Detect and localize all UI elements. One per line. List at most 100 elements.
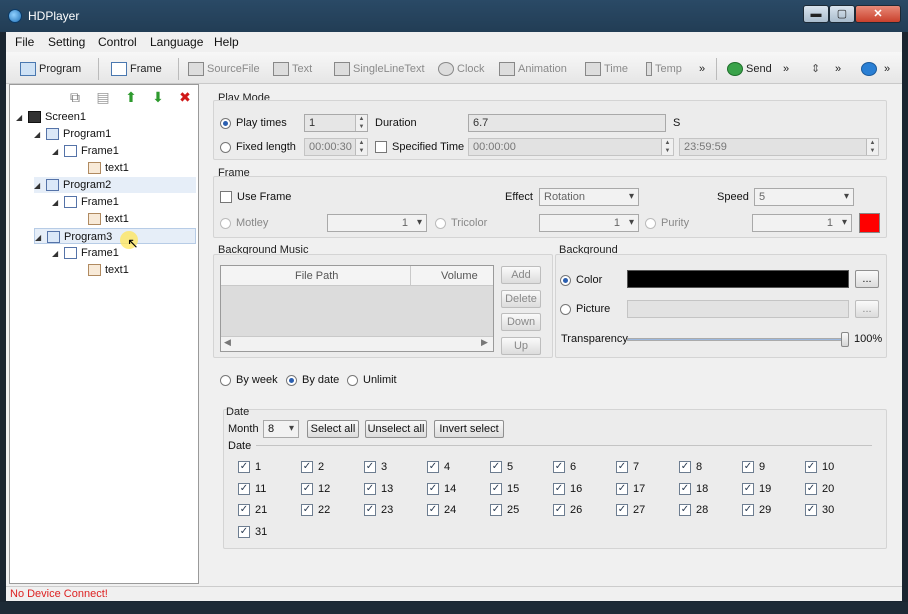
day-checkbox[interactable]: ✓ 28 <box>679 503 708 517</box>
menu-file[interactable]: File <box>15 35 34 49</box>
day-checkbox[interactable]: ✓ 15 <box>490 482 519 496</box>
bg-picture-path-field[interactable] <box>627 300 849 318</box>
text-button[interactable]: Text <box>273 58 312 80</box>
expand-icon[interactable]: ◢ <box>34 127 42 143</box>
by-date-radio[interactable]: By date <box>286 372 339 388</box>
end-time-field[interactable]: 23:59:59 ▲ ▼ <box>679 138 879 156</box>
move-down-icon[interactable]: ⬇ <box>151 90 165 104</box>
expand-icon[interactable]: ◢ <box>52 195 60 211</box>
purity-radio[interactable]: Purity <box>645 215 689 231</box>
effect-dropdown[interactable]: Rotation <box>539 188 639 206</box>
copy-icon[interactable]: ⧉ <box>68 90 82 104</box>
menu-help[interactable]: Help <box>214 35 239 49</box>
spin-arrows-icon[interactable]: ▲ ▼ <box>866 139 878 155</box>
delete-button[interactable]: Delete <box>501 290 541 308</box>
day-checkbox[interactable]: ✓ 10 <box>805 460 834 474</box>
day-checkbox[interactable]: ✓ 26 <box>553 503 582 517</box>
day-checkbox[interactable]: ✓ 30 <box>805 503 834 517</box>
unselect-all-button[interactable]: Unselect all <box>365 420 427 438</box>
scroll-left-icon[interactable]: ◀ <box>224 337 231 348</box>
minimize-button[interactable]: ▬ <box>803 5 829 23</box>
purity-dropdown[interactable]: 1 <box>752 214 852 232</box>
day-checkbox[interactable]: ✓ 24 <box>427 503 456 517</box>
day-checkbox[interactable]: ✓ 29 <box>742 503 771 517</box>
day-checkbox[interactable]: ✓ 13 <box>364 482 393 496</box>
clock-button[interactable]: Clock <box>438 58 485 80</box>
menu-language[interactable]: Language <box>150 35 203 49</box>
day-checkbox[interactable]: ✓ 25 <box>490 503 519 517</box>
down-button[interactable]: Down <box>501 313 541 331</box>
month-dropdown[interactable]: 8 <box>263 420 299 438</box>
fixed-length-radio[interactable]: Fixed length <box>220 139 296 155</box>
expand-icon[interactable]: ◢ <box>35 230 43 246</box>
singlelinetext-button[interactable]: SingleLineText <box>334 58 425 80</box>
expand-icon[interactable]: ◢ <box>34 178 42 194</box>
tree-node-screen[interactable]: ◢ Screen1 <box>16 109 86 125</box>
day-checkbox[interactable]: ✓ 21 <box>238 503 267 517</box>
play-button[interactable] <box>861 58 880 80</box>
transparency-slider-track[interactable] <box>627 338 848 341</box>
bg-color-browse-button[interactable]: ... <box>855 270 879 288</box>
day-checkbox[interactable]: ✓ 12 <box>301 482 330 496</box>
more-button-3[interactable]: » <box>835 58 841 80</box>
menu-setting[interactable]: Setting <box>48 35 85 49</box>
temp-button[interactable]: Temp <box>646 58 682 80</box>
motley-radio[interactable]: Motley <box>220 215 268 231</box>
tricolor-radio[interactable]: Tricolor <box>435 215 487 231</box>
paste-icon[interactable]: ▤ <box>96 90 110 104</box>
bg-picture-browse-button[interactable]: ... <box>855 300 879 318</box>
bg-color-radio[interactable]: Color <box>560 272 602 288</box>
move-up-icon[interactable]: ⬆ <box>124 90 138 104</box>
day-checkbox[interactable]: ✓ 20 <box>805 482 834 496</box>
day-checkbox[interactable]: ✓ 1 <box>238 460 261 474</box>
animation-button[interactable]: Animation <box>499 58 567 80</box>
maximize-button[interactable]: ▢ <box>829 5 855 23</box>
day-checkbox[interactable]: ✓ 19 <box>742 482 771 496</box>
tree-node-frame[interactable]: ◢ Frame1 <box>52 143 119 159</box>
day-checkbox[interactable]: ✓ 3 <box>364 460 387 474</box>
scroll-right-icon[interactable]: ▶ <box>481 337 488 348</box>
invert-select-button[interactable]: Invert select <box>434 420 504 438</box>
file-path-column[interactable]: File Path <box>295 268 338 284</box>
day-checkbox[interactable]: ✓ 7 <box>616 460 639 474</box>
transparency-slider-handle[interactable] <box>841 332 849 347</box>
frame-color-swatch[interactable] <box>859 213 880 233</box>
more-button[interactable]: » <box>699 58 705 80</box>
by-week-radio[interactable]: By week <box>220 372 278 388</box>
day-checkbox[interactable]: ✓ 9 <box>742 460 765 474</box>
day-checkbox[interactable]: ✓ 2 <box>301 460 324 474</box>
volume-column[interactable]: Volume <box>441 268 478 284</box>
day-checkbox[interactable]: ✓ 18 <box>679 482 708 496</box>
delete-icon[interactable]: ✖ <box>178 90 192 104</box>
tree-node-frame[interactable]: ◢ Frame1 <box>52 245 119 261</box>
start-time-field[interactable]: 00:00:00 ▲ ▼ <box>468 138 674 156</box>
day-checkbox[interactable]: ✓ 31 <box>238 525 267 539</box>
tree-node-program[interactable]: ◢ Program2 <box>34 177 196 193</box>
close-button[interactable]: ✕ <box>855 5 901 23</box>
spin-arrows-icon[interactable]: ▲ ▼ <box>661 139 673 155</box>
tree-node-text[interactable]: text1 <box>88 211 129 227</box>
tree-node-program[interactable]: ◢ Program1 <box>34 126 111 142</box>
day-checkbox[interactable]: ✓ 27 <box>616 503 645 517</box>
play-times-spinbox[interactable]: 1 ▲ ▼ <box>304 114 368 132</box>
play-times-radio[interactable]: Play times <box>220 115 287 131</box>
day-checkbox[interactable]: ✓ 5 <box>490 460 513 474</box>
spin-arrows-icon[interactable]: ▲ ▼ <box>355 115 367 131</box>
unlimit-radio[interactable]: Unlimit <box>347 372 397 388</box>
day-checkbox[interactable]: ✓ 23 <box>364 503 393 517</box>
expand-icon[interactable]: ◢ <box>52 144 60 160</box>
day-checkbox[interactable]: ✓ 22 <box>301 503 330 517</box>
sourcefile-button[interactable]: SourceFile <box>188 58 260 80</box>
more-button-2[interactable]: » <box>783 58 789 80</box>
resize-arrow-icon[interactable]: ⇕ <box>811 58 820 80</box>
bg-picture-radio[interactable]: Picture <box>560 301 610 317</box>
tree-node-text[interactable]: text1 <box>88 262 129 278</box>
speed-dropdown[interactable]: 5 <box>754 188 854 206</box>
expand-icon[interactable]: ◢ <box>16 110 24 126</box>
add-button[interactable]: Add <box>501 266 541 284</box>
send-button[interactable]: Send <box>727 58 772 80</box>
use-frame-checkbox[interactable]: Use Frame <box>220 189 291 205</box>
frame-button[interactable]: Frame <box>111 58 162 80</box>
up-button[interactable]: Up <box>501 337 541 355</box>
menu-control[interactable]: Control <box>98 35 137 49</box>
